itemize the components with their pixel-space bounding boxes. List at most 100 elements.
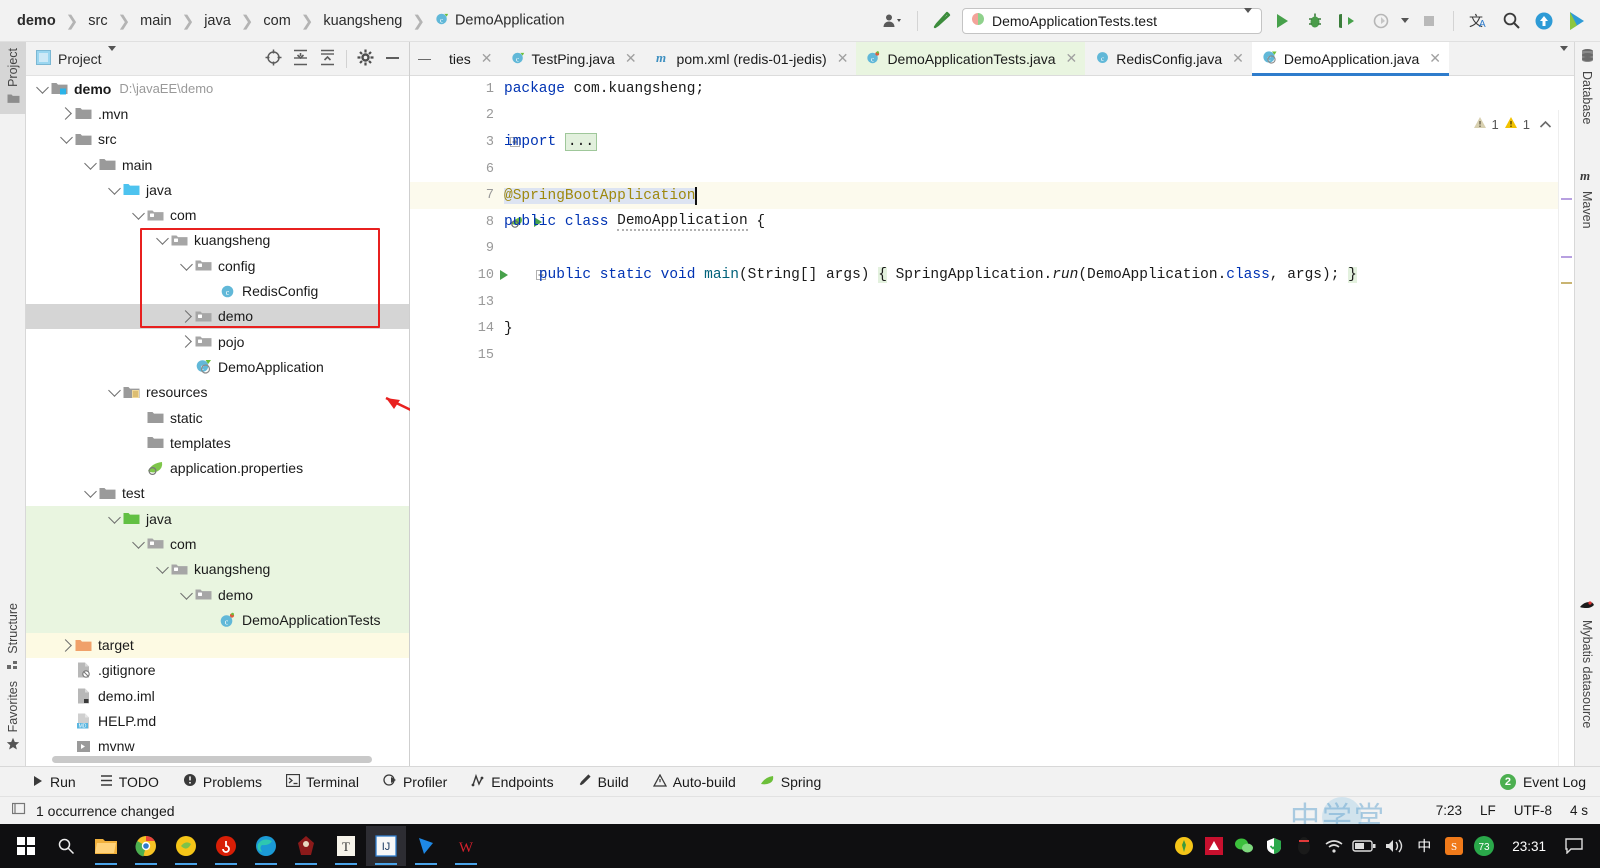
- netease-music-icon[interactable]: [206, 826, 246, 866]
- breadcrumb-item-src[interactable]: src: [85, 13, 110, 29]
- chevron-down-icon[interactable]: [154, 561, 170, 575]
- bottom-item-todo[interactable]: TODO: [100, 774, 159, 790]
- tab-pom-xml[interactable]: m pom.xml (redis-01-jedis) ✕: [645, 42, 857, 75]
- breadcrumb-item-class[interactable]: c DemoApplication: [432, 11, 568, 30]
- caret-position[interactable]: 7:23: [1436, 803, 1462, 818]
- tree-row[interactable]: resources: [26, 380, 409, 405]
- settings-gear-icon[interactable]: [357, 49, 374, 69]
- editor-gutter[interactable]: 1 2 3 6 7 8 9 10 13 14 15: [410, 76, 546, 766]
- ime-chinese-icon[interactable]: 中: [1410, 826, 1438, 866]
- sidebar-item-mybatis-datasource[interactable]: Mybatis datasource: [1574, 592, 1600, 734]
- collapse-all-icon[interactable]: [319, 49, 336, 69]
- wechat-icon[interactable]: [1230, 826, 1258, 866]
- target-scope-icon[interactable]: [265, 49, 282, 69]
- project-tree-hscrollbar[interactable]: [26, 753, 409, 766]
- chevron-right-icon[interactable]: [58, 638, 74, 652]
- notification-bubble-icon[interactable]: [1560, 826, 1588, 866]
- breadcrumb-item-demo[interactable]: demo: [14, 13, 59, 29]
- code-text-area[interactable]: package com.kuangsheng; import ... @Spri…: [498, 76, 1574, 766]
- ide-feature-icon[interactable]: [1564, 8, 1590, 34]
- close-icon[interactable]: ✕: [481, 50, 493, 67]
- tomcat-icon[interactable]: [286, 826, 326, 866]
- wps-icon[interactable]: W: [446, 826, 486, 866]
- user-settings-icon[interactable]: [880, 8, 906, 34]
- tree-row[interactable]: MD HELP.md: [26, 708, 409, 733]
- bottom-item-run[interactable]: Run: [32, 774, 76, 790]
- indent-setting[interactable]: 4 s: [1570, 803, 1588, 818]
- sidebar-item-maven[interactable]: m Maven: [1574, 162, 1600, 235]
- bottom-item-spring[interactable]: Spring: [760, 774, 821, 790]
- tree-row[interactable]: test: [26, 481, 409, 506]
- tree-row[interactable]: config: [26, 253, 409, 278]
- scrollbar-thumb[interactable]: [52, 756, 372, 763]
- battery-icon[interactable]: [1350, 826, 1378, 866]
- breadcrumb-item-main[interactable]: main: [137, 13, 174, 29]
- tab-testping-java[interactable]: c TestPing.java ✕: [501, 42, 645, 75]
- sidebar-item-project[interactable]: Project: [0, 42, 26, 114]
- close-icon[interactable]: ✕: [837, 50, 849, 67]
- intellij-idea-icon[interactable]: IJ: [366, 826, 406, 866]
- temperature-badge[interactable]: 73: [1470, 826, 1498, 866]
- chevron-down-icon[interactable]: [178, 257, 194, 271]
- file-explorer-icon[interactable]: [86, 826, 126, 866]
- chevron-down-icon[interactable]: [130, 207, 146, 220]
- bottom-item-profiler[interactable]: Profiler: [383, 773, 447, 790]
- chevron-down-icon[interactable]: [106, 510, 122, 524]
- tree-row[interactable]: .gitignore: [26, 658, 409, 683]
- security-shield-icon[interactable]: [1260, 826, 1288, 866]
- chrome-icon[interactable]: [126, 826, 166, 866]
- tree-row[interactable]: pojo: [26, 329, 409, 354]
- search-everywhere-icon[interactable]: [1498, 8, 1524, 34]
- tab-list-chevron-icon[interactable]: [1560, 46, 1568, 66]
- chevron-down-icon[interactable]: [82, 156, 98, 170]
- tree-row[interactable]: mvnw: [26, 734, 409, 752]
- tree-row[interactable]: application.properties: [26, 455, 409, 480]
- chevron-right-icon[interactable]: [58, 107, 74, 121]
- tree-row[interactable]: target: [26, 632, 409, 658]
- chevron-down-icon[interactable]: [130, 536, 146, 549]
- close-icon[interactable]: ✕: [625, 50, 637, 67]
- close-icon[interactable]: ✕: [1429, 50, 1441, 67]
- start-button[interactable]: [6, 826, 46, 866]
- tree-row[interactable]: demo D:\javaEE\demo: [26, 76, 409, 101]
- tab-redisconfig-java[interactable]: c RedisConfig.java ✕: [1085, 42, 1252, 75]
- tab-truncated[interactable]: ties ✕: [439, 42, 501, 75]
- wifi-icon[interactable]: [1320, 826, 1348, 866]
- bottom-item-build[interactable]: Build: [578, 773, 629, 790]
- profiler-icon[interactable]: [1368, 8, 1394, 34]
- sidebar-item-favorites[interactable]: Favorites: [0, 675, 26, 760]
- chevron-right-icon[interactable]: [178, 309, 194, 323]
- tree-row[interactable]: demo: [26, 303, 409, 329]
- update-project-icon[interactable]: [1531, 8, 1557, 34]
- expand-all-icon[interactable]: [292, 49, 309, 69]
- chevron-down-icon[interactable]: [34, 80, 50, 94]
- tree-row[interactable]: com: [26, 531, 409, 557]
- translate-icon[interactable]: 文A: [1465, 8, 1491, 34]
- tree-row[interactable]: c DemoApplicationTests: [26, 607, 409, 633]
- chevron-down-icon[interactable]: [58, 131, 74, 145]
- tree-row[interactable]: kuangsheng: [26, 556, 409, 582]
- bottom-item-terminal[interactable]: Terminal: [285, 773, 359, 790]
- run-icon[interactable]: [1269, 8, 1295, 34]
- chevron-down-icon[interactable]: [178, 586, 194, 600]
- tree-row[interactable]: src: [26, 127, 409, 152]
- breadcrumb-item-com[interactable]: com: [260, 13, 293, 29]
- sougou-browser-icon[interactable]: [166, 826, 206, 866]
- sidebar-item-database[interactable]: Database: [1574, 42, 1600, 131]
- tab-overflow-minus-icon[interactable]: —: [410, 42, 439, 75]
- taskbar-clock[interactable]: 23:31: [1500, 839, 1558, 854]
- chevron-up-icon[interactable]: [1539, 117, 1552, 132]
- qq-penguin-icon[interactable]: [1290, 826, 1318, 866]
- run-with-coverage-icon[interactable]: [1335, 8, 1361, 34]
- breadcrumb-item-java[interactable]: java: [201, 13, 234, 29]
- close-icon[interactable]: ✕: [1066, 50, 1078, 67]
- tree-row[interactable]: static: [26, 405, 409, 430]
- error-stripe-gutter[interactable]: [1558, 110, 1574, 766]
- edge-icon[interactable]: [246, 826, 286, 866]
- run-configuration-selector[interactable]: DemoApplicationTests.test: [962, 7, 1262, 34]
- hide-minus-icon[interactable]: [384, 51, 401, 66]
- tree-row[interactable]: .mvn: [26, 101, 409, 126]
- tree-row[interactable]: demo: [26, 581, 409, 608]
- inspections-widget[interactable]: 1 1: [1473, 116, 1552, 132]
- debug-icon[interactable]: [1302, 8, 1328, 34]
